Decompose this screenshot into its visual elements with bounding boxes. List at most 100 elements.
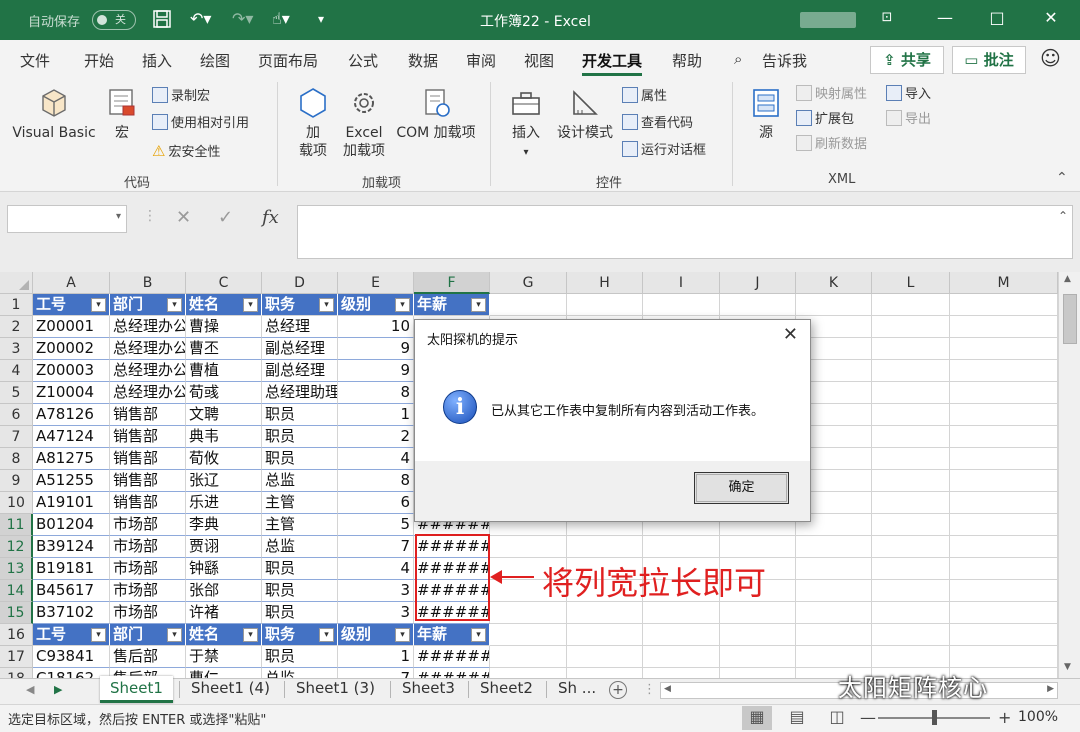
excel-addins-button[interactable]: Excel 加载项: [340, 86, 388, 160]
empty-cell[interactable]: [872, 514, 950, 536]
tab-review[interactable]: 审阅: [466, 50, 496, 71]
table-cell[interactable]: 总经理: [262, 316, 338, 338]
filter-dropdown-icon[interactable]: ▾: [319, 298, 334, 312]
add-sheet-button[interactable]: +: [609, 681, 627, 699]
ribbon-display-icon[interactable]: ⊡: [872, 10, 902, 25]
filter-dropdown-icon[interactable]: ▾: [91, 298, 106, 312]
zoom-level[interactable]: 100%: [1018, 709, 1058, 725]
table-cell[interactable]: 销售部: [110, 426, 186, 448]
filter-dropdown-icon[interactable]: ▾: [319, 628, 334, 642]
filter-dropdown-icon[interactable]: ▾: [167, 298, 182, 312]
table-header-cell[interactable]: 年薪 ▾: [414, 624, 490, 646]
table-header-cell[interactable]: 姓名 ▾: [186, 624, 262, 646]
row-header[interactable]: 6: [0, 404, 33, 426]
table-cell[interactable]: 总监: [262, 470, 338, 492]
page-layout-view-icon[interactable]: ▤: [782, 706, 812, 730]
row-header[interactable]: 17: [0, 646, 33, 668]
filter-dropdown-icon[interactable]: ▾: [471, 628, 486, 642]
empty-cell[interactable]: [720, 602, 796, 624]
table-header-cell[interactable]: 级别 ▾: [338, 294, 414, 316]
tab-formulas[interactable]: 公式: [348, 50, 378, 71]
table-cell[interactable]: 总经理助理: [262, 382, 338, 404]
sheet-tab[interactable]: Sheet1: [100, 676, 173, 703]
row-header[interactable]: 13: [0, 558, 33, 580]
expansion-packs-button[interactable]: 扩展包: [796, 109, 854, 131]
row-header[interactable]: 1: [0, 294, 33, 316]
empty-cell[interactable]: [872, 580, 950, 602]
table-cell[interactable]: 1: [338, 404, 414, 426]
filter-dropdown-icon[interactable]: ▾: [471, 298, 486, 312]
tab-help[interactable]: 帮助: [672, 50, 702, 71]
autosave-toggle[interactable]: 关: [92, 10, 136, 30]
table-cell[interactable]: 8: [338, 382, 414, 404]
column-header-j[interactable]: J: [720, 272, 796, 294]
export-button[interactable]: 导出: [886, 109, 931, 131]
table-cell[interactable]: 市场部: [110, 602, 186, 624]
empty-cell[interactable]: [720, 294, 796, 316]
customize-toolbar-icon[interactable]: ▾: [318, 12, 324, 26]
table-header-cell[interactable]: 级别 ▾: [338, 624, 414, 646]
empty-cell[interactable]: [643, 602, 720, 624]
table-cell[interactable]: 7: [338, 536, 414, 558]
record-macro-button[interactable]: 录制宏: [152, 86, 210, 108]
empty-cell[interactable]: [643, 646, 720, 668]
table-cell[interactable]: Z00003: [33, 360, 110, 382]
table-cell[interactable]: A51255: [33, 470, 110, 492]
empty-cell[interactable]: [720, 536, 796, 558]
empty-cell[interactable]: [950, 602, 1058, 624]
relative-refs-button[interactable]: 使用相对引用: [152, 113, 249, 135]
dialog-close-button[interactable]: ✕: [783, 324, 798, 345]
table-cell[interactable]: 市场部: [110, 580, 186, 602]
empty-cell[interactable]: [872, 426, 950, 448]
table-cell[interactable]: 职员: [262, 426, 338, 448]
empty-cell[interactable]: [950, 514, 1058, 536]
redo-icon[interactable]: ↷▾: [232, 9, 253, 28]
empty-cell[interactable]: [950, 316, 1058, 338]
empty-cell[interactable]: [796, 294, 872, 316]
table-cell[interactable]: 总经理办公室: [110, 360, 186, 382]
table-cell[interactable]: B45617: [33, 580, 110, 602]
table-cell[interactable]: 销售部: [110, 404, 186, 426]
table-cell[interactable]: ######: [414, 646, 490, 668]
table-cell[interactable]: Z00002: [33, 338, 110, 360]
empty-cell[interactable]: [796, 536, 872, 558]
scroll-left-icon[interactable]: ◀: [664, 684, 671, 694]
table-cell[interactable]: 9: [338, 338, 414, 360]
table-cell[interactable]: 曹植: [186, 360, 262, 382]
empty-cell[interactable]: [950, 558, 1058, 580]
table-cell[interactable]: 10: [338, 316, 414, 338]
empty-cell[interactable]: [796, 624, 872, 646]
close-button[interactable]: ✕: [1036, 8, 1066, 27]
empty-cell[interactable]: [490, 646, 567, 668]
empty-cell[interactable]: [950, 624, 1058, 646]
empty-cell[interactable]: [950, 382, 1058, 404]
table-cell[interactable]: B39124: [33, 536, 110, 558]
empty-cell[interactable]: [490, 624, 567, 646]
table-cell[interactable]: 售后部: [110, 646, 186, 668]
tab-file[interactable]: 文件: [20, 50, 50, 71]
empty-cell[interactable]: [872, 492, 950, 514]
column-header-l[interactable]: L: [872, 272, 950, 294]
row-header[interactable]: 4: [0, 360, 33, 382]
column-header-d[interactable]: D: [262, 272, 338, 294]
run-dialog-button[interactable]: 运行对话框: [622, 140, 706, 162]
row-header[interactable]: 12: [0, 536, 33, 558]
vertical-scrollbar[interactable]: ▲ ▼: [1058, 272, 1080, 678]
table-header-cell[interactable]: 部门 ▾: [110, 294, 186, 316]
table-cell[interactable]: 张辽: [186, 470, 262, 492]
filter-dropdown-icon[interactable]: ▾: [243, 628, 258, 642]
empty-cell[interactable]: [490, 294, 567, 316]
com-addins-button[interactable]: COM 加载项: [392, 86, 480, 142]
row-header[interactable]: 9: [0, 470, 33, 492]
table-cell[interactable]: 销售部: [110, 492, 186, 514]
scroll-up-icon[interactable]: ▲: [1064, 274, 1071, 284]
scroll-right-icon[interactable]: ▶: [1047, 684, 1054, 694]
table-cell[interactable]: 贾诩: [186, 536, 262, 558]
table-cell[interactable]: 职员: [262, 558, 338, 580]
table-cell[interactable]: 4: [338, 558, 414, 580]
import-button[interactable]: 导入: [886, 84, 931, 106]
table-header-cell[interactable]: 职务 ▾: [262, 294, 338, 316]
filter-dropdown-icon[interactable]: ▾: [395, 628, 410, 642]
undo-icon[interactable]: ↶▾: [190, 9, 211, 28]
tab-draw[interactable]: 绘图: [200, 50, 230, 71]
